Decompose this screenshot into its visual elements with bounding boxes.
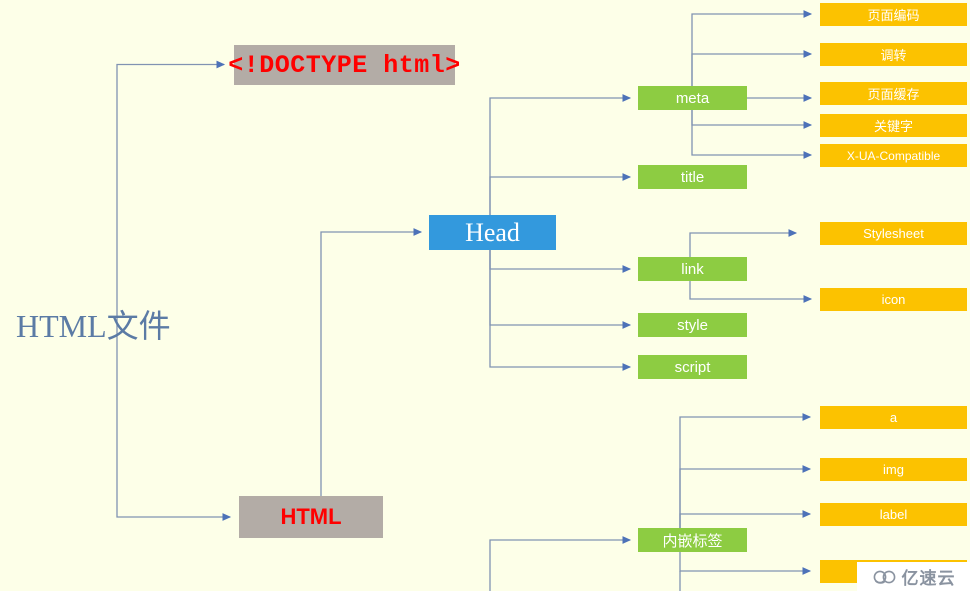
node-link-icon[interactable]: icon	[820, 288, 967, 311]
node-tag-img[interactable]: img	[820, 458, 967, 481]
node-tag-a[interactable]: a	[820, 406, 967, 429]
node-style[interactable]: style	[638, 313, 747, 337]
node-meta-redirect[interactable]: 调转	[820, 43, 967, 66]
node-meta-charset[interactable]: 页面编码	[820, 3, 967, 26]
node-inline-tags[interactable]: 内嵌标签	[638, 528, 747, 552]
node-meta-keywords[interactable]: 关键字	[820, 114, 967, 137]
node-title[interactable]: title	[638, 165, 747, 189]
edge-html-head	[320, 228, 423, 496]
edge-root-html	[116, 380, 232, 521]
edge-head-meta	[489, 94, 632, 232]
node-meta-xua[interactable]: X-UA-Compatible	[820, 144, 967, 167]
edge-html-inline	[489, 536, 632, 591]
node-html[interactable]: HTML	[239, 496, 383, 538]
edge-head-script	[489, 232, 632, 371]
node-link-stylesheet[interactable]: Stylesheet	[820, 222, 967, 245]
node-script[interactable]: script	[638, 355, 747, 379]
cloud-logo-icon	[872, 568, 898, 586]
node-meta-cache[interactable]: 页面缓存	[820, 82, 967, 105]
edge-inline-a	[679, 413, 812, 540]
root-label: HTML文件	[16, 308, 171, 344]
watermark-text: 亿速云	[901, 569, 956, 588]
node-doctype[interactable]: <!DOCTYPE html>	[228, 45, 460, 85]
node-meta[interactable]: meta	[638, 86, 747, 110]
watermark: 亿速云	[857, 562, 970, 591]
diagram-canvas: HTML文件 <!DOCTYPE html> HTML Head meta ti…	[0, 0, 970, 591]
node-link[interactable]: link	[638, 257, 747, 281]
node-tag-label[interactable]: label	[820, 503, 967, 526]
node-head[interactable]: Head	[429, 215, 556, 250]
